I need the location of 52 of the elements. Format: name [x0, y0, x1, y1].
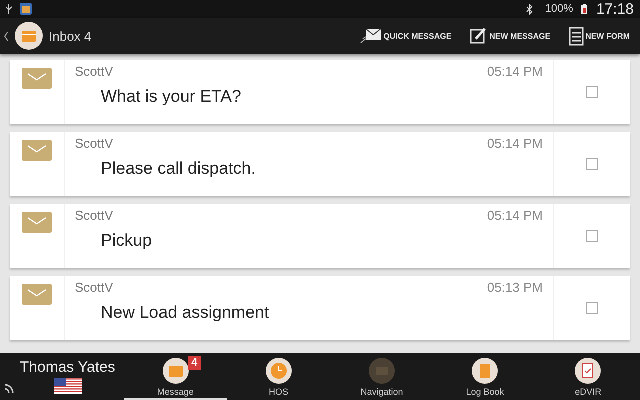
driver-name: Thomas Yates: [20, 359, 116, 376]
checkbox[interactable]: [586, 158, 598, 170]
battery-icon: [581, 4, 588, 14]
checkbox[interactable]: [586, 86, 598, 98]
message-card[interactable]: ScottV 05:14 PM What is your ETA?: [10, 60, 630, 124]
clock-icon: [266, 358, 292, 384]
map-icon: [369, 358, 395, 384]
inbox-icon: [15, 22, 43, 50]
message-card[interactable]: ScottV 05:13 PM New Load assignment: [10, 276, 630, 340]
message-text: Pickup: [101, 231, 154, 251]
toolbar-button[interactable]: NEW FORM: [562, 26, 636, 46]
message-text: What is your ETA?: [101, 87, 242, 107]
nav-tab[interactable]: eDVIR: [536, 353, 640, 400]
compose-icon: [470, 27, 488, 45]
battery-percentage: 100%: [545, 3, 574, 15]
inbox-icon: [162, 358, 189, 384]
nav-tab[interactable]: Log Book: [434, 353, 537, 400]
envelope-icon: [22, 284, 52, 305]
book-icon: [472, 358, 498, 384]
message-time: 05:14 PM: [487, 208, 543, 223]
message-time: 05:13 PM: [487, 280, 543, 295]
sender-name: ScottV: [75, 64, 114, 79]
sender-name: ScottV: [75, 136, 114, 151]
bluetooth-icon: [526, 4, 534, 14]
toolbar-button[interactable]: NEW MESSAGE: [464, 27, 557, 45]
unread-badge: 4: [188, 356, 201, 370]
envelope-icon: [360, 28, 382, 44]
message-time: 05:14 PM: [487, 136, 543, 151]
toolbar-button[interactable]: QUICK MESSAGE: [354, 28, 458, 44]
back-icon[interactable]: [4, 32, 9, 40]
message-card[interactable]: ScottV 05:14 PM Pickup: [10, 204, 630, 268]
message-card[interactable]: ScottV 05:14 PM Please call dispatch.: [10, 132, 630, 196]
checkbox[interactable]: [586, 230, 598, 242]
envelope-icon: [22, 68, 52, 89]
sender-name: ScottV: [75, 208, 114, 223]
screen-title: Inbox 4: [49, 28, 92, 44]
nav-tab[interactable]: 4 Message: [124, 353, 228, 400]
nav-tab[interactable]: HOS: [227, 353, 330, 400]
envelope-icon: [22, 212, 52, 233]
checklist-icon: [575, 358, 602, 384]
clock: 17:18: [596, 0, 634, 18]
message-text: New Load assignment: [101, 303, 270, 323]
checkbox[interactable]: [586, 302, 598, 314]
flag-icon: [54, 378, 82, 394]
signal-icon: [4, 382, 16, 394]
message-time: 05:14 PM: [487, 64, 543, 79]
usb-icon: [6, 4, 12, 14]
envelope-icon: [22, 140, 52, 161]
sender-name: ScottV: [75, 280, 114, 295]
form-icon: [568, 26, 584, 46]
app-notification-icon: [20, 3, 32, 15]
message-text: Please call dispatch.: [101, 159, 257, 179]
